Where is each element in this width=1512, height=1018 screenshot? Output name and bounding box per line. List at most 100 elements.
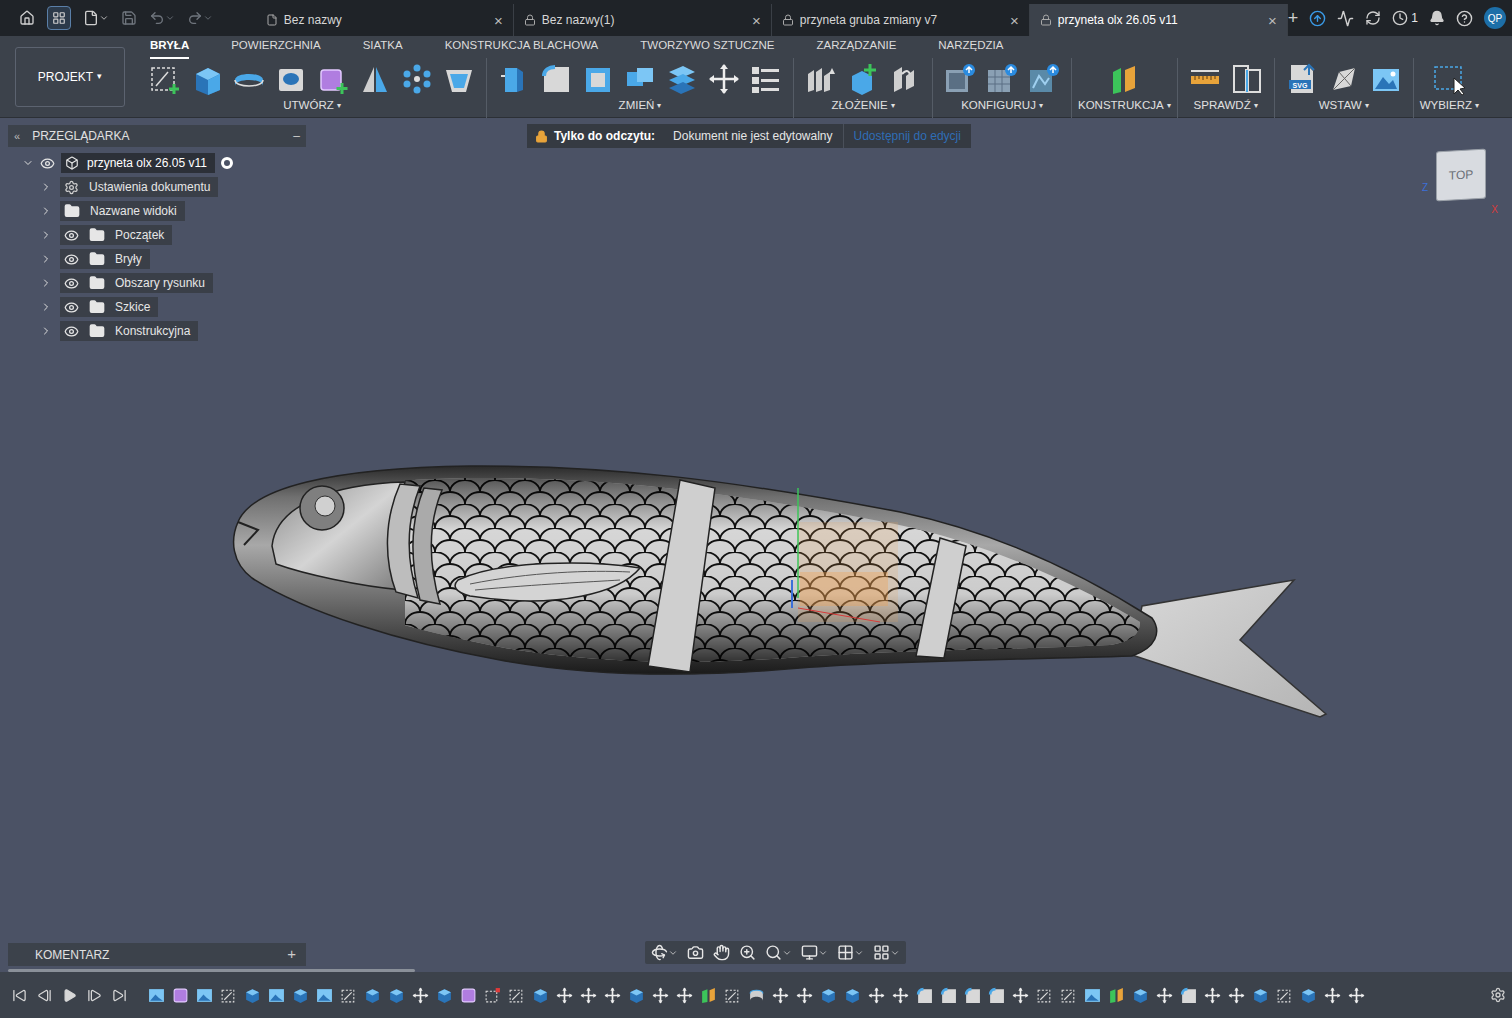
tool-button[interactable] [535,61,577,97]
sketch-feature-icon[interactable] [508,987,525,1004]
timeline-feature[interactable] [412,987,429,1004]
timeline-feature[interactable] [268,987,285,1004]
theme-tool-icon[interactable] [1027,62,1061,96]
extrude-feature-icon[interactable] [292,987,309,1004]
browser-item[interactable]: Początek [8,223,306,247]
nav-tool[interactable] [801,944,828,961]
timeline-feature[interactable] [820,987,837,1004]
document-tab[interactable]: Bez nazwy× [256,4,514,36]
timeline-settings-icon[interactable] [1490,987,1506,1003]
save-icon[interactable] [121,10,137,26]
tool-group-label[interactable]: WSTAW▾ [1319,97,1369,114]
timeline-control[interactable] [112,988,127,1003]
plane-feature-icon[interactable] [700,987,717,1004]
document-tab[interactable]: Bez nazwy(1)× [514,4,772,36]
tool-button[interactable] [842,61,884,97]
timeline-feature[interactable] [244,987,261,1004]
collapsed-icon[interactable] [40,181,52,193]
nav-tool[interactable] [739,944,756,961]
move-feature-icon[interactable] [892,987,909,1004]
tool-button[interactable] [270,61,312,97]
ribbon-tab[interactable]: TWORZYWO SZTUCZNE [640,37,774,58]
browser-item[interactable]: Obszary rysunku [8,271,306,295]
caret-icon[interactable] [854,948,864,958]
tool-button[interactable] [396,61,438,97]
caret-icon[interactable] [818,948,828,958]
view-cube[interactable]: TOPZX [1418,144,1498,216]
move-feature-icon[interactable] [412,987,429,1004]
minimize-browser-button[interactable]: – [293,127,300,145]
timeline-feature[interactable] [724,987,741,1004]
nav-tool[interactable] [837,944,864,961]
sketch-feature-icon[interactable] [1060,987,1077,1004]
grid-icon[interactable] [837,944,854,961]
timeline-feature[interactable] [844,987,861,1004]
timeline-feature[interactable] [1324,987,1341,1004]
timeline-feature[interactable] [1204,987,1221,1004]
timeline-feature[interactable] [172,987,189,1004]
browser-item[interactable]: Bryły [8,247,306,271]
orbit-icon[interactable] [651,944,668,961]
move-feature-icon[interactable] [1156,987,1173,1004]
fillet-feature-icon[interactable] [964,987,981,1004]
undo-button[interactable] [149,10,175,26]
timeline-feature[interactable] [1180,987,1197,1004]
plane-tool-icon[interactable] [1107,62,1141,96]
viewport[interactable]: «PRZEGLĄDARKA–przyneta olx 26.05 v11Usta… [0,118,1512,972]
interference-tool-icon[interactable] [1230,62,1264,96]
user-avatar[interactable]: QP [1484,7,1506,29]
activate-radio[interactable] [221,157,233,169]
canvas-feature-icon[interactable] [148,987,165,1004]
timeline-control[interactable] [12,988,27,1003]
form-feature-icon[interactable] [460,987,477,1004]
browser-item[interactable]: Nazwane widoki [8,199,306,223]
timeline-feature[interactable] [556,987,573,1004]
offset-tool-icon[interactable] [665,62,699,96]
mirror-tool-icon[interactable] [358,62,392,96]
loft-feature-icon[interactable] [748,987,765,1004]
extrude-feature-icon[interactable] [844,987,861,1004]
timeline-feature[interactable] [700,987,717,1004]
timeline-feature[interactable] [364,987,381,1004]
tool-button[interactable] [438,61,480,97]
ribbon-tab[interactable]: ZARZĄDZANIE [816,37,896,58]
extrude-feature-icon[interactable] [820,987,837,1004]
fish-lure-model[interactable] [0,118,1512,972]
nav-tool[interactable] [765,944,792,961]
ribbon-tab[interactable]: KONSTRUKCJA BLACHOWA [445,37,599,58]
timeline-feature[interactable] [1228,987,1245,1004]
pan-icon[interactable] [713,944,730,961]
joint-tool-icon[interactable] [888,62,922,96]
timeline-feature[interactable] [652,987,669,1004]
tool-group-label[interactable]: SPRAWDŹ▾ [1194,97,1258,114]
component-tool-icon[interactable] [846,62,880,96]
boundary-tool-icon[interactable] [442,62,476,96]
add-comment-button[interactable]: + [287,943,296,966]
data-panel-button[interactable] [47,6,71,30]
extrude-feature-icon[interactable] [436,987,453,1004]
caret-icon[interactable] [890,948,900,958]
tool-button[interactable]: SVG [1281,61,1323,97]
timeline-feature[interactable] [940,987,957,1004]
tool-button[interactable] [1323,61,1365,97]
table-tool-icon[interactable] [985,62,1019,96]
move-feature-icon[interactable] [1324,987,1341,1004]
tool-button[interactable] [661,61,703,97]
timeline-feature[interactable] [1012,987,1029,1004]
sketch-tool-icon[interactable] [148,62,182,96]
timeline-feature[interactable] [220,987,237,1004]
timeline-feature[interactable] [988,987,1005,1004]
timeline-feature[interactable] [892,987,909,1004]
tool-button[interactable] [981,61,1023,97]
first-step-icon[interactable] [12,988,27,1003]
joints-tool-icon[interactable] [804,62,838,96]
visibility-icon[interactable] [40,156,55,171]
browser-item[interactable]: Konstrukcyjna [8,319,306,343]
move-feature-icon[interactable] [604,987,621,1004]
fillet-feature-icon[interactable] [988,987,1005,1004]
tool-button[interactable] [493,61,535,97]
timeline-feature[interactable] [1060,987,1077,1004]
hole-tool-icon[interactable] [274,62,308,96]
canvas-tool-icon[interactable] [1369,62,1403,96]
timeline-feature[interactable] [1348,987,1365,1004]
